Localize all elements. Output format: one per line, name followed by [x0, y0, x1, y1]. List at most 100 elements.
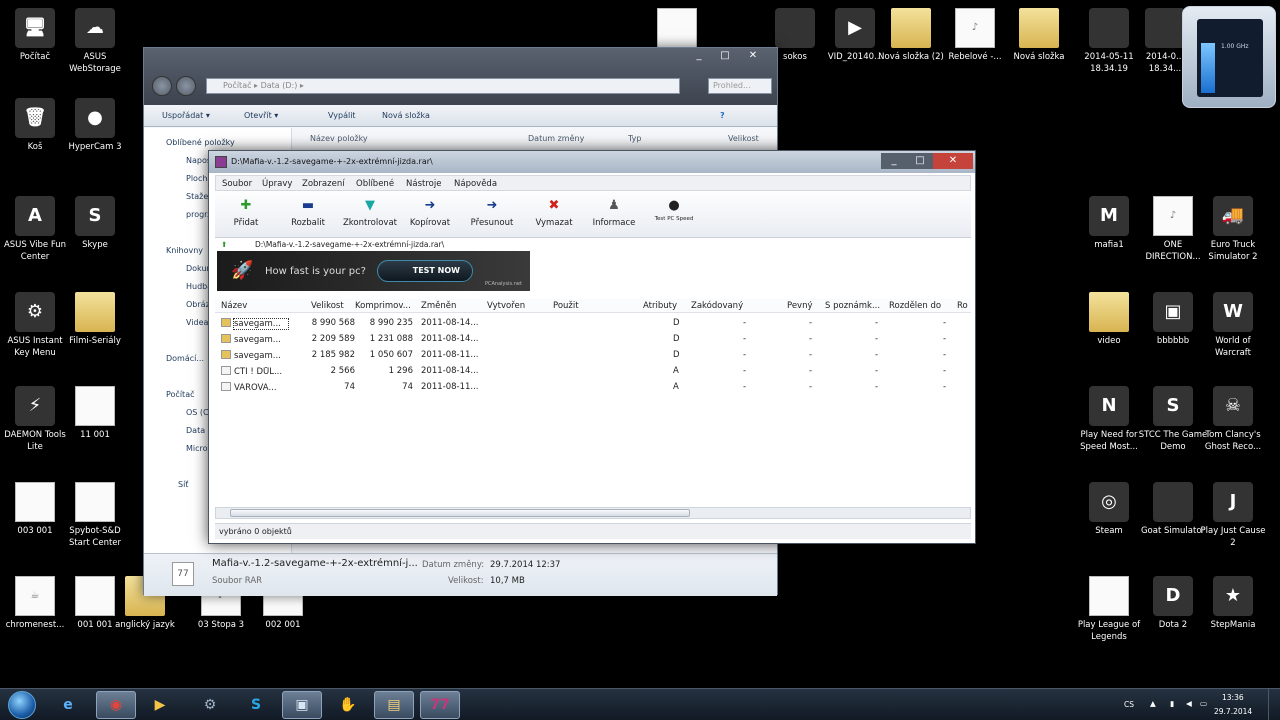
col-accessed[interactable]: Použit [553, 301, 579, 311]
col-attributes[interactable]: Atributy [643, 301, 677, 311]
col-solid[interactable]: Pevný [787, 301, 813, 311]
desktop-icon[interactable]: ♪ Rebelové -... [940, 8, 1010, 63]
forward-button[interactable] [176, 76, 196, 96]
file-row[interactable]: ČTI ! DŮL... 2 566 1 296 2011-08-14... A - - - - [215, 363, 971, 379]
power-tray-icon[interactable]: ▭ [1200, 699, 1207, 708]
nav-computer[interactable]: Počítač [166, 390, 195, 399]
open-button[interactable]: Otevřít ▾ [244, 111, 278, 120]
file-row[interactable]: VAROVÁ... 74 74 2011-08-11... A - - - - [215, 379, 971, 395]
move-button[interactable]: ➜ Přesunout [461, 198, 523, 228]
desktop-icon[interactable]: Nová složka [1004, 8, 1074, 63]
ad-banner[interactable]: 🚀 How fast is your pc? TEST NOW PCAnalys… [217, 251, 530, 291]
desktop-icon[interactable]: ☁ ASUS WebStorage [60, 8, 130, 75]
clock-time[interactable]: 13:36 [1222, 693, 1244, 702]
file-row[interactable]: savegam... 2 185 982 1 050 607 2011-08-11..… [215, 347, 971, 363]
header-size[interactable]: Velikost [728, 134, 759, 143]
winrar-taskbar-icon[interactable]: 77 [420, 691, 460, 719]
back-button[interactable] [152, 76, 172, 96]
up-folder-icon[interactable]: ⬆ [221, 240, 227, 249]
winrar-window[interactable]: D:\Mafia-v.-1.2-savegame-+-2x-extrémní-j… [208, 150, 976, 544]
help-icon[interactable]: ? [720, 111, 725, 120]
copy-button[interactable]: ➜ Kopírovat [399, 198, 461, 228]
col-name[interactable]: Název [221, 301, 247, 311]
cpu-meter-gadget[interactable]: 1.00 GHz [1182, 6, 1276, 108]
desktop-icon[interactable]: Nová složka (2) [876, 8, 946, 63]
nav-videos[interactable]: Videa [186, 318, 208, 327]
scrollbar-thumb[interactable] [230, 509, 690, 517]
info-button[interactable]: ♟ Informace [583, 198, 645, 228]
desktop-icon[interactable]: N Play Need for Speed Most... [1074, 386, 1144, 453]
desktop-icon[interactable]: 11 001 [60, 386, 130, 441]
menu-tools[interactable]: Nástroje [406, 179, 441, 189]
winrar-path-bar[interactable]: ⬆ D:\Mafia-v.-1.2-savegame-+-2x-extrémní… [215, 239, 971, 251]
nav-network[interactable]: Síť [178, 480, 188, 489]
minimize-button[interactable]: _ [686, 48, 712, 64]
hypercam-taskbar-icon[interactable]: ▣ [282, 691, 322, 719]
col-ro[interactable]: Ro [957, 301, 968, 311]
close-button[interactable]: ✕ [740, 48, 766, 64]
ad-test-now-button[interactable]: TEST NOW [377, 260, 473, 282]
col-size[interactable]: Velikost [311, 301, 344, 311]
start-button[interactable] [2, 689, 42, 720]
nav-libraries[interactable]: Knihovny [166, 246, 203, 255]
desktop-icon[interactable]: ● HyperCam 3 [60, 98, 130, 153]
menu-favorites[interactable]: Oblíbené [356, 179, 394, 189]
winrar-maximize-button[interactable]: □ [907, 153, 933, 169]
menu-help[interactable]: Nápověda [454, 179, 497, 189]
desktop-icon[interactable]: W World of Warcraft [1198, 292, 1268, 359]
explorer-taskbar-icon[interactable]: ▤ [374, 691, 414, 719]
col-modified[interactable]: Změněn [421, 301, 456, 311]
test-button[interactable]: ▼ Zkontrolovat [339, 198, 401, 228]
file-row[interactable]: savegam... 8 990 568 8 990 235 2011-08-14..… [215, 315, 971, 331]
network-tray-icon[interactable]: ▮ [1170, 699, 1174, 708]
tray-arrow-icon[interactable]: ▲ [1150, 699, 1156, 708]
new-folder-button[interactable]: Nová složka [382, 111, 430, 120]
desktop-icon[interactable]: Mmafia1 [1074, 196, 1144, 251]
desktop-icon[interactable]: S Skype [60, 196, 130, 251]
menu-file[interactable]: Soubor [222, 179, 252, 189]
organize-button[interactable]: Uspořádat ▾ [162, 111, 210, 120]
media-player-icon[interactable]: ▶ [140, 691, 180, 719]
desktop-icon[interactable]: ☠ Tom Clancy's Ghost Reco... [1198, 386, 1268, 453]
desktop-icon[interactable]: J Play Just Cause 2 [1198, 482, 1268, 549]
show-desktop-button[interactable] [1268, 689, 1280, 720]
file-row[interactable]: savegam... 2 209 589 1 231 088 2011-08-14..… [215, 331, 971, 347]
winrar-minimize-button[interactable]: _ [881, 153, 907, 169]
col-created[interactable]: Vytvořen [487, 301, 525, 311]
add-button[interactable]: ✚ Přidat [215, 198, 277, 228]
delete-button[interactable]: ✖ Vymazat [523, 198, 585, 228]
extract-button[interactable]: ▬ Rozbalit [277, 198, 339, 228]
col-encrypted[interactable]: Zakódovaný [691, 301, 743, 311]
language-indicator[interactable]: CS [1124, 700, 1134, 709]
winrar-titlebar[interactable]: D:\Mafia-v.-1.2-savegame-+-2x-extrémní-j… [209, 151, 975, 173]
col-packed[interactable]: Komprimov... [355, 301, 411, 311]
header-date[interactable]: Datum změny [528, 134, 584, 143]
maximize-button[interactable]: □ [712, 48, 738, 64]
address-bar[interactable]: Počítač ▸ Data (D:) ▸ [206, 78, 680, 94]
desktop-icon[interactable]: Spybot-S&D Start Center [60, 482, 130, 549]
menu-view[interactable]: Zobrazení [302, 179, 345, 189]
game-taskbar-icon[interactable]: ✋ [328, 691, 368, 719]
ie-icon[interactable]: e [48, 691, 88, 719]
clock-date[interactable]: 29.7.2014 [1214, 707, 1252, 716]
burn-button[interactable]: Vypálit [328, 111, 356, 120]
chrome-icon[interactable]: ◉ [96, 691, 136, 719]
desktop-icon[interactable]: 🚚 Euro Truck Simulator 2 [1198, 196, 1268, 263]
speed-test-button[interactable]: ● Test PC Speed [643, 198, 705, 222]
desktop-icon[interactable]: Play League of Legends [1074, 576, 1144, 643]
search-input[interactable]: Prohled... [708, 78, 772, 94]
explorer-titlebar[interactable]: _ □ ✕ Počítač ▸ Data (D:) ▸ Prohled... [144, 48, 777, 108]
desktop-icon[interactable]: ◎ Steam [1074, 482, 1144, 537]
desktop-icon[interactable]: Filmi-Seriály [60, 292, 130, 347]
horizontal-scrollbar[interactable] [215, 507, 971, 519]
header-name[interactable]: Název položky [310, 134, 368, 143]
desktop-icon[interactable]: video [1074, 292, 1144, 347]
menu-edit[interactable]: Úpravy [262, 179, 292, 189]
volume-tray-icon[interactable]: ◀ [1186, 699, 1192, 708]
col-comment[interactable]: S poznámk... [825, 301, 880, 311]
skype-taskbar-icon[interactable]: S [236, 691, 276, 719]
network-app-icon[interactable]: ⚙ [190, 691, 230, 719]
nav-favorites[interactable]: Oblíbené položky [166, 138, 235, 147]
col-split[interactable]: Rozdělen do [889, 301, 941, 311]
nav-homegroup[interactable]: Domácí... [166, 354, 204, 363]
